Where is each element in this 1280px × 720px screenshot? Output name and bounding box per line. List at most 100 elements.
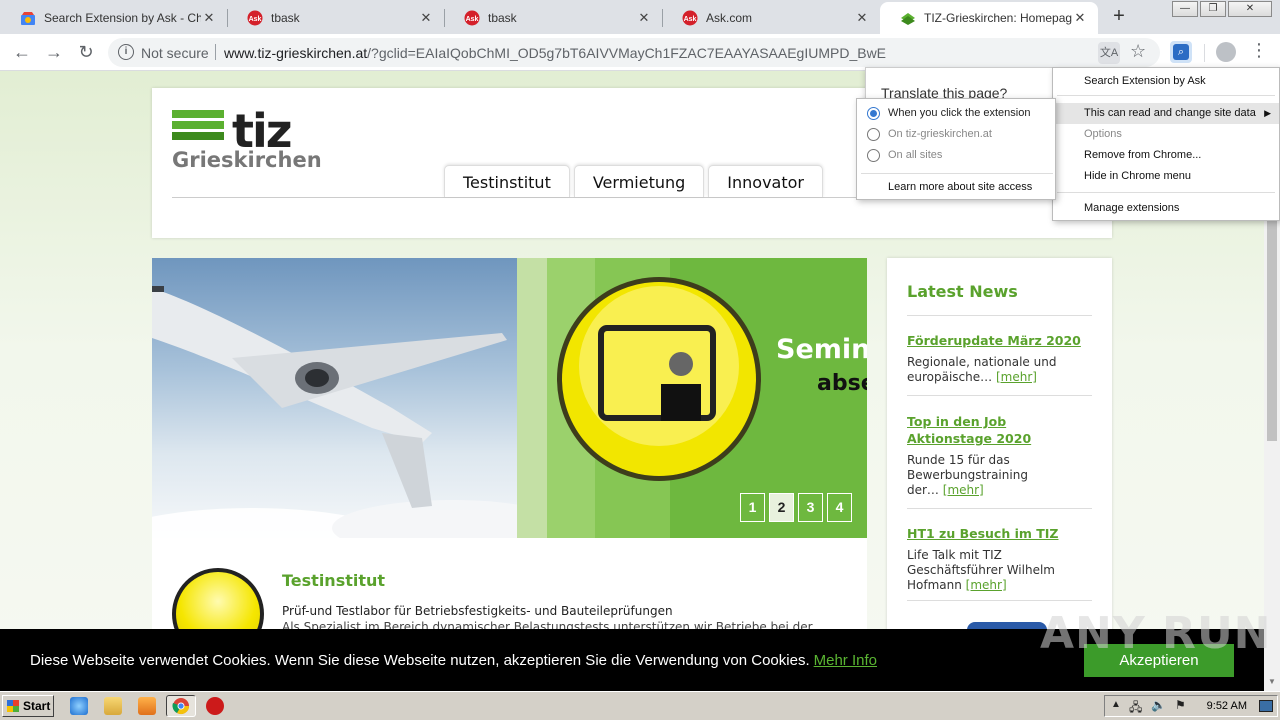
close-tab-icon[interactable]: ✕ xyxy=(854,10,870,26)
section-subtitle: Prüf-und Testlabor für Betriebsfestigkei… xyxy=(282,604,673,618)
forward-arrow-icon[interactable]: → xyxy=(42,40,66,64)
slide-subheading: abse xyxy=(817,371,867,396)
menu-separator xyxy=(1057,192,1275,193)
browser-toolbar: ← → ↻ i Not secure www.tiz-grieskirchen.… xyxy=(0,34,1280,71)
news-more-link[interactable]: [mehr] xyxy=(943,483,984,497)
ask-extension-button[interactable]: ⌕ xyxy=(1170,41,1192,63)
show-desktop-icon[interactable] xyxy=(1259,700,1273,712)
window-controls: — ❐ ✕ xyxy=(1170,1,1272,17)
anyrun-watermark: ANY RUN xyxy=(1040,608,1272,659)
cookie-message: Diese Webseite verwendet Cookies. Wenn S… xyxy=(30,652,877,669)
close-tab-icon[interactable]: ✕ xyxy=(636,10,652,26)
start-button[interactable]: Start xyxy=(2,695,54,717)
tab-title: Search Extension by Ask - Chro xyxy=(44,11,201,25)
menu-separator xyxy=(1057,95,1275,96)
news-more-link[interactable]: [mehr] xyxy=(966,578,1007,592)
svg-text:Ask: Ask xyxy=(466,16,479,23)
menu-item-options: Options xyxy=(1084,128,1122,140)
chrome-web-store-icon xyxy=(21,12,35,25)
news-item: HT1 zu Besuch im TIZ Life Talk mit TIZ G… xyxy=(907,525,1097,593)
new-tab-button[interactable]: + xyxy=(1108,5,1130,27)
translate-icon[interactable]: 文A xyxy=(1098,42,1120,64)
tab-title: Ask.com xyxy=(706,11,753,25)
radio-option-this-site[interactable]: On tiz-grieskirchen.at xyxy=(867,125,992,143)
menu-item-extension-name[interactable]: Search Extension by Ask xyxy=(1053,71,1279,92)
news-item: Top in den Job Aktionstage 2020 Runde 15… xyxy=(907,413,1087,498)
chrome-menu-icon[interactable]: ⋮ xyxy=(1250,40,1268,61)
ask-icon: Ask xyxy=(247,10,263,26)
slider-page-button[interactable]: 2 xyxy=(769,493,794,522)
menu-item-hide[interactable]: Hide in Chrome menu xyxy=(1053,166,1279,187)
site-access-submenu: When you click the extension On tiz-grie… xyxy=(856,98,1056,200)
cookie-more-info-link[interactable]: Mehr Info xyxy=(814,652,877,669)
scrollbar-thumb[interactable] xyxy=(1267,221,1277,441)
url-text[interactable]: www.tiz-grieskirchen.at/?gclid=EAIaIQobC… xyxy=(224,45,886,61)
tab-tiz-homepage[interactable]: TIZ-Grieskirchen: Homepage ✕ xyxy=(880,2,1098,34)
close-tab-icon[interactable]: ✕ xyxy=(1072,10,1088,26)
radio-option-all-sites[interactable]: On all sites xyxy=(867,146,942,164)
tiz-icon xyxy=(901,13,915,25)
opera-icon[interactable] xyxy=(206,697,224,715)
nav-testinstitut[interactable]: Testinstitut xyxy=(444,165,570,197)
address-bar[interactable]: i Not secure www.tiz-grieskirchen.at/?gc… xyxy=(108,38,1160,67)
airplane-icon xyxy=(152,286,572,538)
tab-ask-com[interactable]: Ask Ask.com ✕ xyxy=(662,2,880,34)
info-icon[interactable]: i xyxy=(118,44,134,60)
tab-title: TIZ-Grieskirchen: Homepage xyxy=(924,11,1072,25)
tab-tbask-2[interactable]: Ask tbask ✕ xyxy=(444,2,662,34)
media-player-icon[interactable] xyxy=(138,697,156,715)
chrome-taskbar-button[interactable] xyxy=(166,695,196,717)
news-title-link[interactable]: Förderupdate März 2020 xyxy=(907,332,1097,349)
tiz-logo[interactable]: tiz Grieskirchen xyxy=(172,104,332,180)
tab-title: tbask xyxy=(488,11,517,25)
tray-expand-icon[interactable]: ▲ xyxy=(1111,699,1121,710)
clock[interactable]: 9:52 AM xyxy=(1207,700,1247,712)
divider xyxy=(907,395,1092,396)
system-tray: ▲ 🖧 🔈 ⚑ 9:52 AM xyxy=(1104,695,1278,717)
url-query: /?gclid=EAIaIQobChMI_OD5g7bT6AIVVMayCh1F… xyxy=(367,45,887,61)
slider-page-button[interactable]: 1 xyxy=(740,493,765,522)
nav-vermietung[interactable]: Vermietung xyxy=(573,165,705,197)
divider xyxy=(1204,44,1205,62)
internet-explorer-icon[interactable] xyxy=(70,697,88,715)
tab-tbask-1[interactable]: Ask tbask ✕ xyxy=(227,2,444,34)
search-extension-icon: ⌕ xyxy=(1173,44,1189,60)
close-tab-icon[interactable]: ✕ xyxy=(201,10,217,26)
tab-strip: Search Extension by Ask - Chro ✕ Ask tba… xyxy=(0,0,1280,34)
menu-item-manage-extensions[interactable]: Manage extensions xyxy=(1053,198,1279,219)
reload-icon[interactable]: ↻ xyxy=(74,40,98,64)
learn-more-site-access-link[interactable]: Learn more about site access xyxy=(888,181,1032,193)
news-title-link[interactable]: HT1 zu Besuch im TIZ xyxy=(907,525,1097,542)
scroll-down-arrow-icon[interactable]: ▼ xyxy=(1268,677,1276,686)
windows-taskbar: Start ▲ 🖧 🔈 ⚑ 9:52 AM xyxy=(0,691,1280,720)
divider xyxy=(907,315,1092,316)
ask-icon: Ask xyxy=(464,10,480,26)
nav-innovator[interactable]: Innovator xyxy=(708,165,823,197)
menu-item-remove[interactable]: Remove from Chrome... xyxy=(1053,145,1279,166)
bookmark-star-icon[interactable]: ☆ xyxy=(1130,41,1146,62)
slide-heading: Semina xyxy=(776,334,867,365)
network-icon[interactable]: 🖧 xyxy=(1129,698,1142,719)
news-title-link[interactable]: Top in den Job Aktionstage 2020 xyxy=(907,413,1087,447)
profile-avatar-icon[interactable] xyxy=(1216,42,1236,62)
slider-page-button[interactable]: 4 xyxy=(827,493,852,522)
logo-subtitle: Grieskirchen xyxy=(172,148,322,172)
section-title[interactable]: Testinstitut xyxy=(282,571,385,590)
news-more-link[interactable]: [mehr] xyxy=(996,370,1037,384)
menu-item-site-access[interactable]: This can read and change site data ▶ xyxy=(1053,103,1279,124)
radio-option-on-click[interactable]: When you click the extension xyxy=(867,104,1030,122)
svg-text:Ask: Ask xyxy=(684,16,697,23)
security-indicator[interactable]: Not secure xyxy=(141,45,209,61)
restore-button[interactable]: ❐ xyxy=(1200,1,1226,17)
file-explorer-icon[interactable] xyxy=(104,697,122,715)
close-tab-icon[interactable]: ✕ xyxy=(418,10,434,26)
volume-icon[interactable]: 🔈 xyxy=(1151,698,1166,712)
tab-search-extension[interactable]: Search Extension by Ask - Chro ✕ xyxy=(0,2,227,34)
close-window-button[interactable]: ✕ xyxy=(1228,1,1272,17)
back-arrow-icon[interactable]: ← xyxy=(10,40,34,64)
minimize-button[interactable]: — xyxy=(1172,1,1198,17)
cookie-text: Diese Webseite verwendet Cookies. Wenn S… xyxy=(30,652,810,669)
slider-page-button[interactable]: 3 xyxy=(798,493,823,522)
radio-selected-icon xyxy=(867,106,880,120)
flag-icon[interactable]: ⚑ xyxy=(1175,698,1186,712)
